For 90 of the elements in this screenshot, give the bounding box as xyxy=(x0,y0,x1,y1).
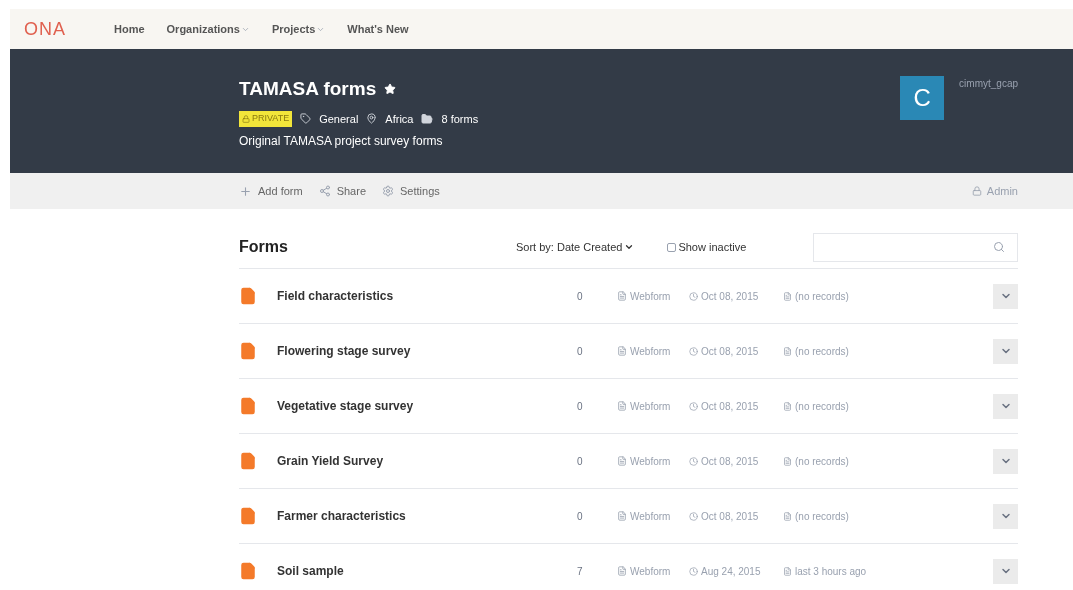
sort-dropdown[interactable]: Sort by: Date Created xyxy=(516,238,635,256)
document-icon xyxy=(617,401,627,411)
project-description: Original TAMASA project survey forms xyxy=(239,133,444,150)
form-name[interactable]: Soil sample xyxy=(277,562,577,580)
document-icon xyxy=(783,401,792,411)
form-type: Webform xyxy=(630,564,671,579)
nav-link[interactable]: Home xyxy=(114,20,145,38)
last-record: (no records) xyxy=(795,289,849,304)
document-icon xyxy=(617,291,627,301)
row-menu-button[interactable] xyxy=(993,503,1018,529)
form-type: Webform xyxy=(630,344,671,359)
owner-avatar[interactable]: C xyxy=(900,76,945,120)
clock-icon xyxy=(689,291,698,301)
row-menu-button[interactable] xyxy=(993,558,1018,584)
form-type: Webform xyxy=(630,454,671,469)
nav-link[interactable]: Organizations xyxy=(166,20,250,38)
form-name[interactable]: Field characteristics xyxy=(277,287,577,305)
last-record: (no records) xyxy=(795,399,849,414)
row-menu-button[interactable] xyxy=(993,283,1018,309)
last-record: last 3 hours ago xyxy=(795,564,867,579)
form-date: Oct 08, 2015 xyxy=(701,399,759,414)
nav-link[interactable]: What's New xyxy=(347,20,409,38)
share-icon xyxy=(318,185,331,197)
form-name[interactable]: Flowering stage survey xyxy=(277,342,577,360)
submission-count: 0 xyxy=(577,289,584,304)
last-record: (no records) xyxy=(795,454,849,469)
clock-icon xyxy=(689,566,698,576)
location-pin-icon xyxy=(366,113,378,125)
nav-link[interactable]: Projects xyxy=(271,20,326,38)
badge-label: PRIVATE xyxy=(252,112,290,125)
submission-count: 0 xyxy=(577,399,584,414)
document-icon xyxy=(617,346,627,356)
tag-icon xyxy=(300,113,312,125)
form-name[interactable]: Farmer characteristics xyxy=(277,507,577,525)
submission-count: 0 xyxy=(577,509,584,524)
row-menu-button[interactable] xyxy=(993,338,1018,364)
toolbar-button[interactable]: Add form xyxy=(239,182,303,200)
lock-icon xyxy=(242,114,250,123)
plus-icon xyxy=(239,184,252,198)
document-icon xyxy=(617,566,627,576)
last-record: (no records) xyxy=(795,509,849,524)
document-icon xyxy=(239,507,257,525)
clock-icon xyxy=(689,511,698,521)
submission-count: 7 xyxy=(577,564,584,579)
document-icon xyxy=(239,452,257,470)
settings-icon xyxy=(382,185,394,197)
owner-name[interactable]: cimmyt_gcap xyxy=(959,76,1018,91)
form-date: Oct 08, 2015 xyxy=(701,289,759,304)
form-date: Oct 08, 2015 xyxy=(701,344,759,359)
forms-count: 8 forms xyxy=(441,111,479,127)
document-icon xyxy=(239,287,257,305)
clock-icon xyxy=(689,456,698,466)
toolbar-button[interactable]: Share xyxy=(318,182,366,200)
toolbar-button[interactable]: Settings xyxy=(382,182,440,200)
document-icon xyxy=(783,511,792,521)
star-icon[interactable] xyxy=(384,83,397,96)
location-label: Africa xyxy=(385,111,414,127)
form-name[interactable]: Vegetative stage survey xyxy=(277,397,577,415)
project-title: TAMASA forms xyxy=(239,77,377,101)
form-type: Webform xyxy=(630,289,671,304)
document-icon xyxy=(239,342,257,360)
document-icon xyxy=(783,291,792,301)
last-record: (no records) xyxy=(795,344,849,359)
role-label: Admin xyxy=(986,183,1018,199)
form-date: Oct 08, 2015 xyxy=(701,509,759,524)
form-date: Oct 08, 2015 xyxy=(701,454,759,469)
clock-icon xyxy=(689,401,698,411)
document-icon xyxy=(783,456,792,466)
submission-count: 0 xyxy=(577,344,584,359)
document-icon xyxy=(239,397,257,415)
form-type: Webform xyxy=(630,509,671,524)
form-name[interactable]: Grain Yield Survey xyxy=(277,452,577,470)
search-icon xyxy=(993,241,1005,253)
form-type: Webform xyxy=(630,399,671,414)
row-menu-button[interactable] xyxy=(993,448,1018,474)
row-menu-button[interactable] xyxy=(993,393,1018,419)
document-icon xyxy=(783,566,792,576)
caret-icon xyxy=(624,242,635,252)
category-label: General xyxy=(319,111,359,127)
lock-icon xyxy=(971,186,982,196)
document-icon xyxy=(239,562,257,580)
search-field[interactable] xyxy=(813,232,1018,262)
submission-count: 0 xyxy=(577,454,584,469)
document-icon xyxy=(783,346,792,356)
document-icon xyxy=(617,511,627,521)
clock-icon xyxy=(689,346,698,356)
folder-icon xyxy=(421,112,434,125)
document-icon xyxy=(617,456,627,466)
forms-heading: Forms xyxy=(239,237,289,257)
form-date: Aug 24, 2015 xyxy=(701,564,761,579)
